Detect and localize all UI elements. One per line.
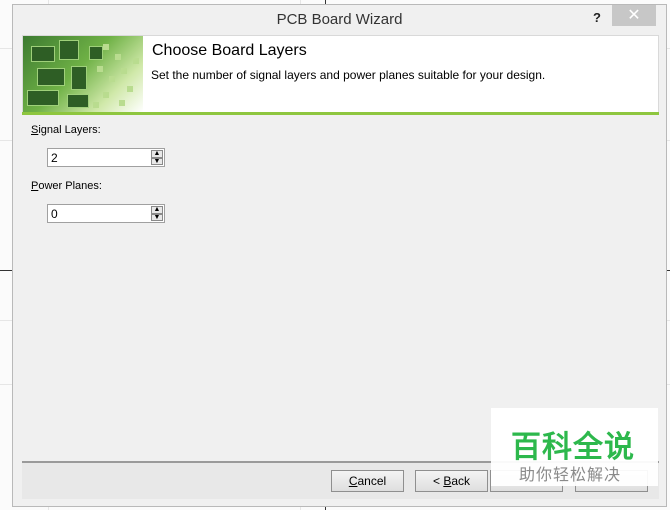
signal-layers-up-icon[interactable]: ▲	[151, 150, 163, 158]
pcb-banner-image	[23, 36, 143, 112]
power-planes-value[interactable]: 0	[51, 207, 58, 221]
power-planes-stepper[interactable]: 0 ▲ ▼	[47, 204, 165, 223]
signal-layers-label: Signal Layers:	[31, 124, 101, 136]
power-planes-up-icon[interactable]: ▲	[151, 206, 163, 214]
power-planes-label: Power Planes:	[31, 180, 102, 192]
power-planes-down-icon[interactable]: ▼	[151, 213, 163, 221]
watermark-logo: 百科全说 助你轻松解决	[491, 408, 658, 486]
page-description: Set the number of signal layers and powe…	[151, 68, 546, 82]
watermark-title: 百科全说	[511, 431, 635, 464]
title-bar[interactable]: PCB Board Wizard ? ✕	[13, 5, 666, 34]
header-divider	[22, 112, 659, 115]
help-button[interactable]: ?	[588, 8, 606, 28]
watermark-tagline: 助你轻松解决	[519, 467, 622, 484]
window-title: PCB Board Wizard	[276, 11, 403, 28]
signal-layers-down-icon[interactable]: ▼	[151, 157, 163, 165]
pcb-board-wizard-dialog: PCB Board Wizard ? ✕ Choose Board Layers	[12, 4, 667, 507]
signal-layers-stepper[interactable]: 2 ▲ ▼	[47, 148, 165, 167]
close-button[interactable]: ✕	[612, 5, 656, 26]
signal-layers-value[interactable]: 2	[51, 151, 58, 165]
close-icon: ✕	[627, 7, 641, 24]
back-button[interactable]: < Back	[415, 470, 488, 492]
wizard-header: Choose Board Layers Set the number of si…	[22, 35, 659, 113]
cancel-button[interactable]: Cancel	[331, 470, 404, 492]
page-title: Choose Board Layers	[152, 42, 307, 59]
